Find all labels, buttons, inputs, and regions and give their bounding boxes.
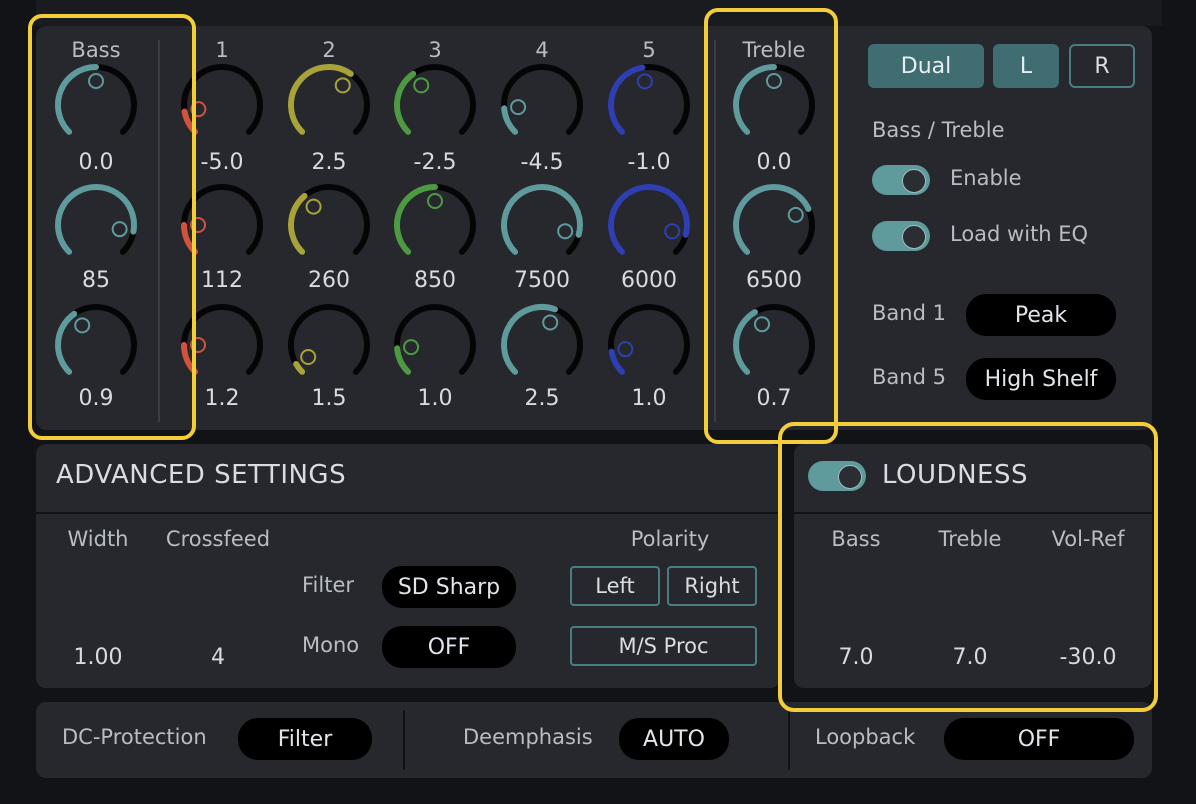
load-with-eq-label: Load with EQ: [950, 222, 1089, 246]
top-strip: [36, 0, 1162, 26]
bottom-divider-1: [403, 710, 405, 770]
band-4-gain-value: -4.5: [520, 150, 564, 175]
band-2-gain-value: 2.5: [311, 150, 347, 175]
deemphasis-select[interactable]: AUTO: [619, 718, 729, 760]
band-4-gain-knob[interactable]: [497, 60, 587, 150]
polarity-label: Polarity: [630, 527, 710, 551]
band-4-freq-knob[interactable]: [497, 180, 587, 270]
enable-label: Enable: [950, 166, 1022, 190]
deemphasis-label: Deemphasis: [463, 725, 593, 749]
band-2-q-value: 1.5: [311, 386, 347, 411]
ms-proc-button[interactable]: M/S Proc: [570, 626, 757, 666]
band-3-q-value: 1.0: [417, 386, 453, 411]
band-4-q-knob[interactable]: [497, 300, 587, 390]
band-3-q-knob[interactable]: [390, 300, 480, 390]
band-4-freq-value: 7500: [514, 268, 570, 293]
highlight-bass-column: [28, 14, 196, 440]
mono-label: Mono: [302, 633, 360, 657]
bottom-divider-2: [788, 710, 790, 770]
right-channel-button[interactable]: R: [1069, 44, 1135, 88]
band-2-q-knob[interactable]: [284, 300, 374, 390]
band-3-freq-value: 850: [414, 268, 456, 293]
band5-type-label: Band 5: [872, 365, 946, 389]
filter-select[interactable]: SD Sharp: [382, 566, 516, 608]
filter-label: Filter: [302, 573, 355, 597]
band-4-q-value: 2.5: [524, 386, 560, 411]
dc-protection-label: DC-Protection: [62, 725, 207, 749]
highlight-loudness-panel: [778, 422, 1158, 712]
band-5-q-value: 1.0: [631, 386, 667, 411]
band-5-q-knob[interactable]: [604, 300, 694, 390]
band-2-label: 2: [322, 38, 336, 62]
band-3-freq-knob[interactable]: [390, 180, 480, 270]
band-2-freq-value: 260: [308, 268, 350, 293]
advanced-settings-title: ADVANCED SETTINGS: [56, 460, 347, 490]
band-5-freq-knob[interactable]: [604, 180, 694, 270]
dual-button[interactable]: Dual: [868, 44, 984, 88]
mono-select[interactable]: OFF: [382, 626, 516, 668]
band-5-freq-value: 6000: [621, 268, 677, 293]
advanced-divider: [36, 512, 780, 514]
crossfeed-value: 4: [211, 645, 225, 670]
band5-type-select[interactable]: High Shelf: [966, 358, 1116, 400]
band1-type-label: Band 1: [872, 301, 946, 325]
width-value: 1.00: [73, 645, 123, 670]
dc-protection-select[interactable]: Filter: [238, 718, 372, 760]
enable-toggle[interactable]: [872, 165, 930, 195]
load-with-eq-toggle[interactable]: [872, 221, 930, 251]
band-5-gain-value: -1.0: [627, 150, 671, 175]
band-5-label: 5: [642, 38, 656, 62]
bass-treble-heading: Bass / Treble: [872, 118, 1005, 142]
width-label: Width: [67, 527, 129, 551]
band-3-label: 3: [428, 38, 442, 62]
band-3-gain-knob[interactable]: [390, 60, 480, 150]
loopback-select[interactable]: OFF: [944, 718, 1134, 760]
polarity-right-button[interactable]: Right: [667, 566, 757, 606]
band-2-gain-knob[interactable]: [284, 60, 374, 150]
polarity-left-button[interactable]: Left: [570, 566, 660, 606]
band-5-gain-knob[interactable]: [604, 60, 694, 150]
crossfeed-label: Crossfeed: [165, 527, 271, 551]
left-channel-button[interactable]: L: [993, 44, 1059, 88]
highlight-treble-column: [704, 8, 838, 444]
loopback-label: Loopback: [815, 725, 916, 749]
band-4-label: 4: [535, 38, 549, 62]
band-2-freq-knob[interactable]: [284, 180, 374, 270]
band1-type-select[interactable]: Peak: [966, 294, 1116, 336]
band-3-gain-value: -2.5: [413, 150, 457, 175]
